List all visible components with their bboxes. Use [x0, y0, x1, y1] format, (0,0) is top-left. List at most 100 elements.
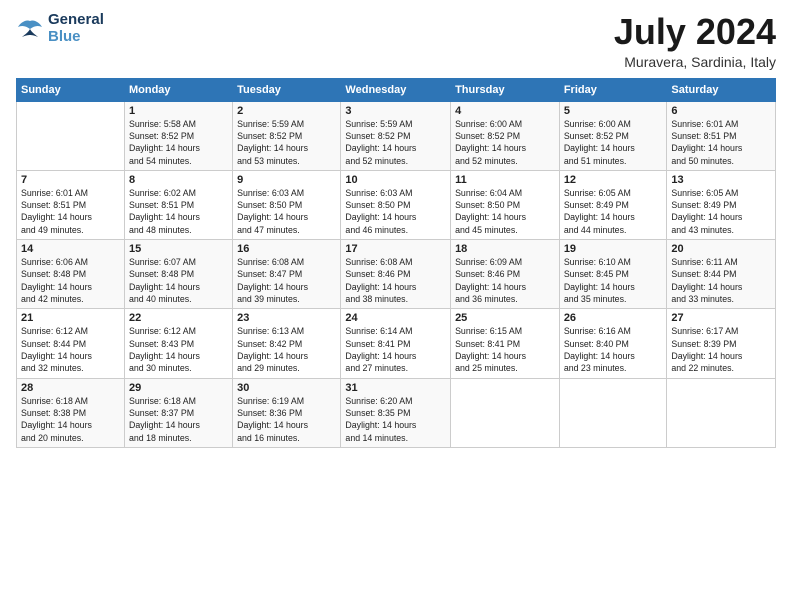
day-number: 19 [564, 243, 663, 255]
day-info: Sunrise: 6:06 AM Sunset: 8:48 PM Dayligh… [21, 256, 120, 305]
calendar-cell: 12Sunrise: 6:05 AM Sunset: 8:49 PM Dayli… [559, 170, 667, 239]
month-title: July 2024 [614, 12, 776, 52]
day-number: 31 [345, 382, 446, 394]
calendar-cell: 27Sunrise: 6:17 AM Sunset: 8:39 PM Dayli… [667, 309, 776, 378]
day-info: Sunrise: 6:12 AM Sunset: 8:43 PM Dayligh… [129, 325, 228, 374]
calendar-cell: 16Sunrise: 6:08 AM Sunset: 8:47 PM Dayli… [233, 240, 341, 309]
calendar-cell: 29Sunrise: 6:18 AM Sunset: 8:37 PM Dayli… [124, 378, 232, 447]
day-info: Sunrise: 6:02 AM Sunset: 8:51 PM Dayligh… [129, 187, 228, 236]
calendar-cell: 11Sunrise: 6:04 AM Sunset: 8:50 PM Dayli… [451, 170, 560, 239]
location: Muravera, Sardinia, Italy [614, 54, 776, 70]
header-day-tuesday: Tuesday [233, 78, 341, 101]
calendar-cell: 30Sunrise: 6:19 AM Sunset: 8:36 PM Dayli… [233, 378, 341, 447]
day-info: Sunrise: 6:01 AM Sunset: 8:51 PM Dayligh… [671, 118, 771, 167]
calendar-cell: 23Sunrise: 6:13 AM Sunset: 8:42 PM Dayli… [233, 309, 341, 378]
day-number: 9 [237, 174, 336, 186]
week-row-5: 28Sunrise: 6:18 AM Sunset: 8:38 PM Dayli… [17, 378, 776, 447]
day-info: Sunrise: 6:17 AM Sunset: 8:39 PM Dayligh… [671, 325, 771, 374]
day-info: Sunrise: 6:00 AM Sunset: 8:52 PM Dayligh… [455, 118, 555, 167]
logo-line2: Blue [48, 29, 104, 46]
day-number: 1 [129, 105, 228, 117]
day-info: Sunrise: 6:03 AM Sunset: 8:50 PM Dayligh… [237, 187, 336, 236]
header-day-thursday: Thursday [451, 78, 560, 101]
calendar-table: SundayMondayTuesdayWednesdayThursdayFrid… [16, 78, 776, 448]
day-info: Sunrise: 6:05 AM Sunset: 8:49 PM Dayligh… [564, 187, 663, 236]
day-number: 13 [671, 174, 771, 186]
week-row-4: 21Sunrise: 6:12 AM Sunset: 8:44 PM Dayli… [17, 309, 776, 378]
day-number: 18 [455, 243, 555, 255]
logo-line1: General [48, 12, 104, 29]
calendar-cell: 9Sunrise: 6:03 AM Sunset: 8:50 PM Daylig… [233, 170, 341, 239]
day-number: 21 [21, 312, 120, 324]
day-number: 2 [237, 105, 336, 117]
calendar-cell: 18Sunrise: 6:09 AM Sunset: 8:46 PM Dayli… [451, 240, 560, 309]
title-block: July 2024 Muravera, Sardinia, Italy [614, 12, 776, 70]
calendar-cell [559, 378, 667, 447]
day-number: 27 [671, 312, 771, 324]
header: General Blue July 2024 Muravera, Sardini… [16, 12, 776, 70]
day-number: 26 [564, 312, 663, 324]
week-row-3: 14Sunrise: 6:06 AM Sunset: 8:48 PM Dayli… [17, 240, 776, 309]
week-row-1: 1Sunrise: 5:58 AM Sunset: 8:52 PM Daylig… [17, 101, 776, 170]
day-number: 3 [345, 105, 446, 117]
calendar-cell: 24Sunrise: 6:14 AM Sunset: 8:41 PM Dayli… [341, 309, 451, 378]
day-info: Sunrise: 5:59 AM Sunset: 8:52 PM Dayligh… [345, 118, 446, 167]
day-info: Sunrise: 6:11 AM Sunset: 8:44 PM Dayligh… [671, 256, 771, 305]
day-number: 14 [21, 243, 120, 255]
day-number: 16 [237, 243, 336, 255]
day-info: Sunrise: 6:00 AM Sunset: 8:52 PM Dayligh… [564, 118, 663, 167]
day-info: Sunrise: 6:14 AM Sunset: 8:41 PM Dayligh… [345, 325, 446, 374]
day-number: 6 [671, 105, 771, 117]
day-number: 4 [455, 105, 555, 117]
day-info: Sunrise: 6:08 AM Sunset: 8:47 PM Dayligh… [237, 256, 336, 305]
calendar-cell [667, 378, 776, 447]
day-info: Sunrise: 6:09 AM Sunset: 8:46 PM Dayligh… [455, 256, 555, 305]
day-info: Sunrise: 6:15 AM Sunset: 8:41 PM Dayligh… [455, 325, 555, 374]
calendar-cell: 4Sunrise: 6:00 AM Sunset: 8:52 PM Daylig… [451, 101, 560, 170]
day-info: Sunrise: 6:20 AM Sunset: 8:35 PM Dayligh… [345, 395, 446, 444]
calendar-cell: 20Sunrise: 6:11 AM Sunset: 8:44 PM Dayli… [667, 240, 776, 309]
logo-text: General Blue [48, 12, 104, 45]
logo: General Blue [16, 12, 104, 45]
day-number: 17 [345, 243, 446, 255]
day-info: Sunrise: 6:08 AM Sunset: 8:46 PM Dayligh… [345, 256, 446, 305]
calendar-cell [17, 101, 125, 170]
day-info: Sunrise: 6:12 AM Sunset: 8:44 PM Dayligh… [21, 325, 120, 374]
day-info: Sunrise: 6:16 AM Sunset: 8:40 PM Dayligh… [564, 325, 663, 374]
day-info: Sunrise: 6:03 AM Sunset: 8:50 PM Dayligh… [345, 187, 446, 236]
calendar-cell: 17Sunrise: 6:08 AM Sunset: 8:46 PM Dayli… [341, 240, 451, 309]
day-number: 25 [455, 312, 555, 324]
calendar-cell: 2Sunrise: 5:59 AM Sunset: 8:52 PM Daylig… [233, 101, 341, 170]
day-info: Sunrise: 6:01 AM Sunset: 8:51 PM Dayligh… [21, 187, 120, 236]
calendar-cell: 19Sunrise: 6:10 AM Sunset: 8:45 PM Dayli… [559, 240, 667, 309]
day-info: Sunrise: 6:13 AM Sunset: 8:42 PM Dayligh… [237, 325, 336, 374]
day-number: 11 [455, 174, 555, 186]
day-number: 15 [129, 243, 228, 255]
day-number: 5 [564, 105, 663, 117]
day-number: 24 [345, 312, 446, 324]
calendar-cell: 8Sunrise: 6:02 AM Sunset: 8:51 PM Daylig… [124, 170, 232, 239]
header-day-wednesday: Wednesday [341, 78, 451, 101]
day-info: Sunrise: 5:58 AM Sunset: 8:52 PM Dayligh… [129, 118, 228, 167]
day-info: Sunrise: 6:18 AM Sunset: 8:37 PM Dayligh… [129, 395, 228, 444]
header-day-monday: Monday [124, 78, 232, 101]
logo-icon [16, 17, 44, 41]
calendar-cell: 15Sunrise: 6:07 AM Sunset: 8:48 PM Dayli… [124, 240, 232, 309]
calendar-cell: 25Sunrise: 6:15 AM Sunset: 8:41 PM Dayli… [451, 309, 560, 378]
day-number: 10 [345, 174, 446, 186]
day-number: 30 [237, 382, 336, 394]
day-number: 20 [671, 243, 771, 255]
day-number: 23 [237, 312, 336, 324]
header-day-saturday: Saturday [667, 78, 776, 101]
day-info: Sunrise: 5:59 AM Sunset: 8:52 PM Dayligh… [237, 118, 336, 167]
day-number: 7 [21, 174, 120, 186]
day-number: 12 [564, 174, 663, 186]
day-info: Sunrise: 6:10 AM Sunset: 8:45 PM Dayligh… [564, 256, 663, 305]
calendar-cell: 31Sunrise: 6:20 AM Sunset: 8:35 PM Dayli… [341, 378, 451, 447]
day-info: Sunrise: 6:05 AM Sunset: 8:49 PM Dayligh… [671, 187, 771, 236]
week-row-2: 7Sunrise: 6:01 AM Sunset: 8:51 PM Daylig… [17, 170, 776, 239]
calendar-cell: 5Sunrise: 6:00 AM Sunset: 8:52 PM Daylig… [559, 101, 667, 170]
calendar-cell: 22Sunrise: 6:12 AM Sunset: 8:43 PM Dayli… [124, 309, 232, 378]
header-row: SundayMondayTuesdayWednesdayThursdayFrid… [17, 78, 776, 101]
calendar-cell: 26Sunrise: 6:16 AM Sunset: 8:40 PM Dayli… [559, 309, 667, 378]
